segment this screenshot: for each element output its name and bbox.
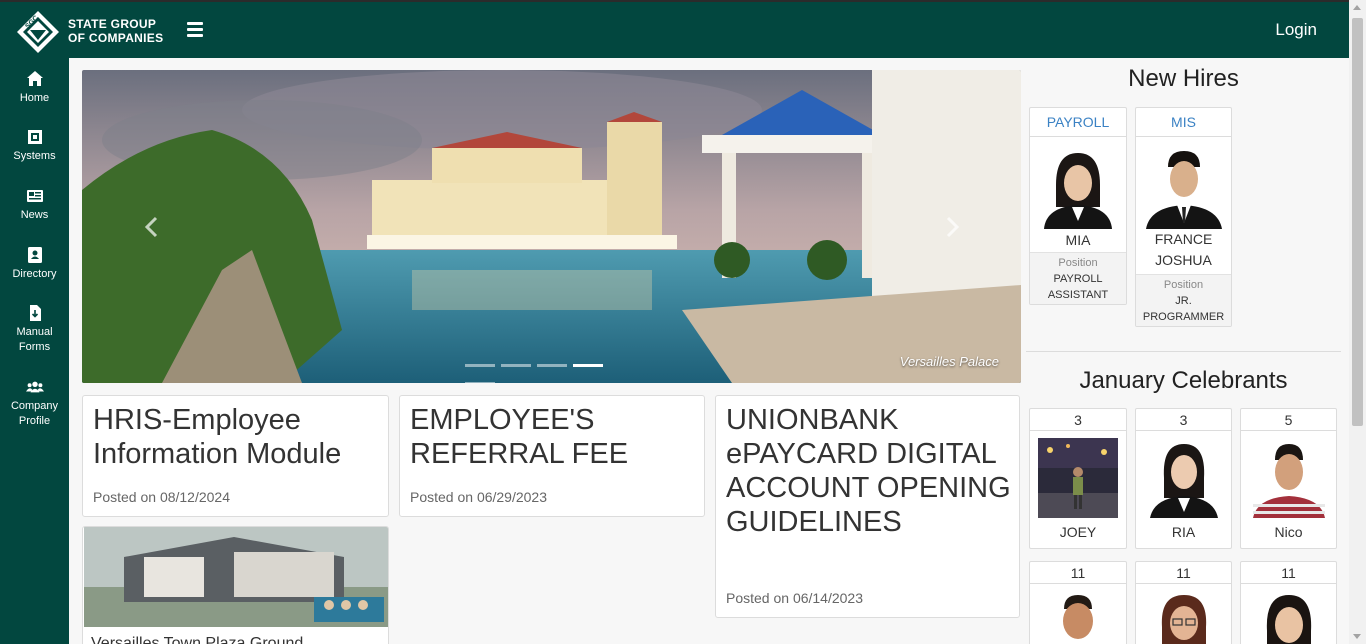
celebrant-day: 11 [1136,562,1231,584]
sidebar-item-directory[interactable]: Directory [0,246,69,282]
celebrant-card[interactable]: 11 [1029,561,1127,644]
celebrant-name: JOEY [1059,524,1097,540]
menu-toggle-icon[interactable] [187,22,203,38]
new-hire-card[interactable]: PAYROLL MIA Position PAYROLL ASSISTANT [1029,107,1127,305]
address-book-icon [27,247,42,263]
celebrant-name: Nico [1274,524,1303,540]
page-scrollbar[interactable] [1349,0,1366,644]
top-navbar: SGC STATE GROUP OF COMPANIES Login [0,0,1349,58]
sidebar-item-label: Forms [18,341,51,353]
sidebar: Home Systems News Directory Manual Forms… [0,58,69,644]
users-icon [25,381,44,393]
celebrant-card[interactable]: 11 [1240,561,1337,644]
home-icon [26,71,43,86]
position-value: PROGRAMMER [1142,311,1225,323]
hire-department: PAYROLL [1030,108,1126,137]
news-date: Posted on 06/14/2023 [726,590,864,606]
sidebar-item-label: Systems [13,150,56,162]
scroll-up-icon[interactable] [1353,5,1361,10]
hire-photo [1142,145,1226,229]
company-logo[interactable]: SGC [16,10,60,54]
celebrant-photo [1144,591,1224,644]
celebrant-photo [1038,438,1118,518]
hire-name-line: JOSHUA [1155,252,1212,268]
hire-department: MIS [1136,108,1231,137]
celebrant-day: 3 [1136,409,1231,431]
sidebar-item-news[interactable]: News [0,187,69,223]
login-link[interactable]: Login [1275,20,1317,40]
systems-icon [27,130,42,144]
celebrants-title: January Celebrants [1079,367,1288,394]
carousel-next-icon[interactable] [942,215,962,239]
position-value: JR. [1175,295,1192,307]
celebrant-card[interactable]: 3 JOEY [1029,408,1127,549]
news-date: Posted on 08/12/2024 [93,489,231,505]
new-hire-card[interactable]: MIS FRANCE JOSHUA Position JR. PROGRAMME… [1135,107,1232,327]
celebrant-day: 3 [1030,409,1126,431]
celebrant-card[interactable]: 5 Nico [1240,408,1337,549]
carousel-caption: Versailles Palace [899,354,999,369]
hero-carousel[interactable]: Versailles Palace [82,70,1021,383]
news-card[interactable]: Versailles Town Plaza Ground ... [82,526,389,644]
sidebar-item-label: Profile [18,415,51,427]
hire-position: Position JR. PROGRAMMER [1136,274,1231,326]
hire-name: MIA [1065,232,1091,248]
sidebar-item-label: Directory [12,268,57,280]
brand-line-2: OF COMPANIES [68,31,164,45]
position-value: PAYROLL [1053,273,1103,285]
celebrant-card[interactable]: 11 [1135,561,1232,644]
scrollbar-thumb[interactable] [1352,18,1363,426]
sidebar-item-company-profile[interactable]: Company Profile [0,378,69,429]
carousel-indicator-active[interactable] [573,364,603,367]
celebrant-photo [1249,438,1329,518]
news-date: Posted on 06/29/2023 [410,489,548,505]
celebrant-name: RIA [1171,524,1196,540]
news-card[interactable]: HRIS-Employee Information Module Posted … [82,395,389,517]
hire-position: Position PAYROLL ASSISTANT [1030,252,1126,304]
new-hires-title: New Hires [1128,65,1239,92]
celebrant-photo [1144,438,1224,518]
carousel-indicator[interactable] [537,364,567,367]
news-title[interactable]: EMPLOYEE'S REFERRAL FEE [410,403,698,471]
news-title[interactable]: Versailles Town Plaza Ground ... [91,635,321,644]
news-card[interactable]: UNIONBANK ePAYCARD DIGITAL ACCOUNT OPENI… [715,395,1020,618]
sidebar-item-label: Company [10,400,59,412]
section-divider [1026,351,1341,352]
position-label: Position [1163,279,1204,291]
news-title[interactable]: HRIS-Employee Information Module [93,403,382,471]
celebrant-card[interactable]: 3 RIA [1135,408,1232,549]
brand-line-1: STATE GROUP [68,17,157,31]
position-label: Position [1058,257,1098,269]
position-value: ASSISTANT [1047,289,1109,301]
celebrant-photo [1249,591,1329,644]
celebrant-day: 11 [1030,562,1126,584]
newspaper-icon [26,190,43,202]
brand-name[interactable]: STATE GROUP OF COMPANIES [68,17,163,45]
news-card[interactable]: EMPLOYEE'S REFERRAL FEE Posted on 06/29/… [399,395,705,517]
sidebar-item-label: Manual [16,326,53,338]
sidebar-item-home[interactable]: Home [0,70,69,106]
carousel-prev-icon[interactable] [142,215,162,239]
file-download-icon [29,305,41,321]
carousel-indicator[interactable] [465,364,495,367]
sidebar-item-label: Home [19,92,50,104]
news-title[interactable]: UNIONBANK ePAYCARD DIGITAL ACCOUNT OPENI… [726,403,1013,539]
hire-name: FRANCE JOSHUA [1136,229,1231,271]
celebrant-day: 11 [1241,562,1336,584]
scroll-down-icon[interactable] [1353,634,1361,639]
celebrant-day: 5 [1241,409,1336,431]
hire-name-line: FRANCE [1154,231,1213,247]
carousel-image [82,70,1021,383]
carousel-indicator[interactable] [465,382,495,383]
sidebar-item-systems[interactable]: Systems [0,128,69,164]
carousel-indicators [465,354,640,383]
sidebar-item-manual-forms[interactable]: Manual Forms [0,304,69,355]
sidebar-item-label: News [20,209,49,221]
hire-photo [1036,145,1120,229]
celebrant-photo [1038,591,1118,644]
carousel-indicator[interactable] [501,364,531,367]
news-thumbnail [84,527,388,627]
